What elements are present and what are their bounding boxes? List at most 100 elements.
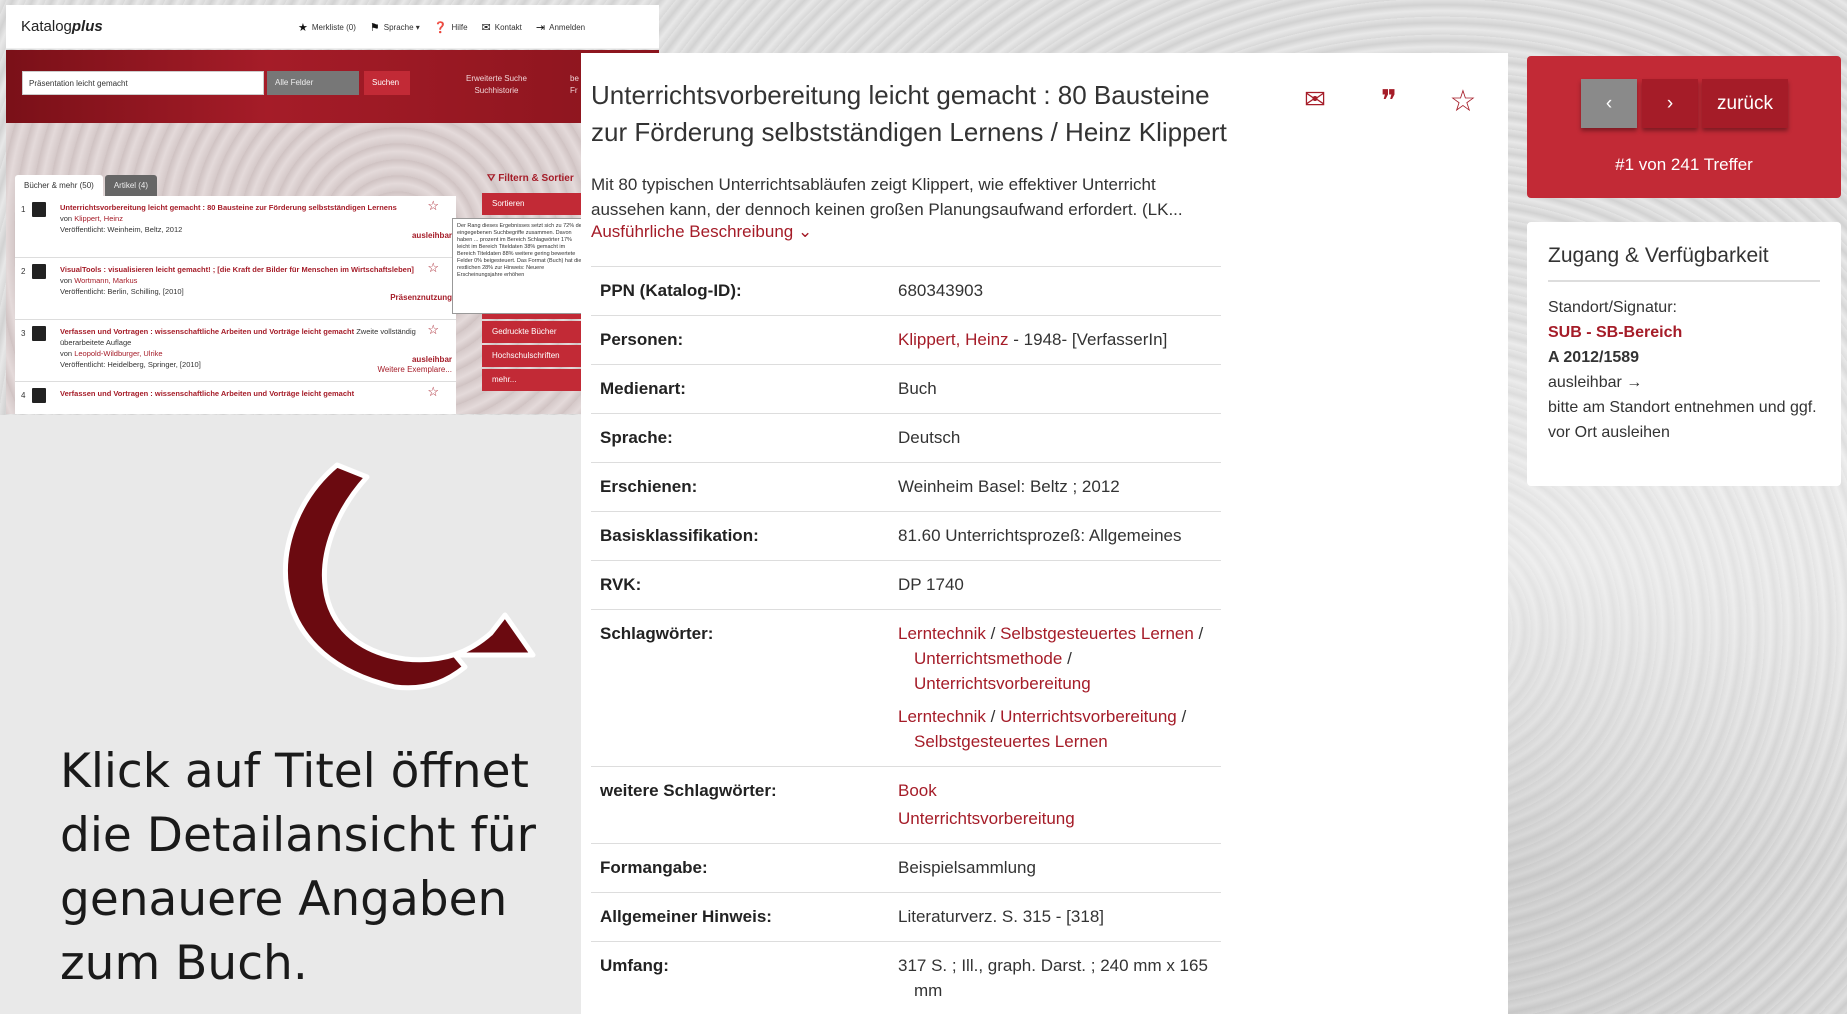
record-metadata-table: PPN (Katalog-ID): 680343903 Personen: Kl… [591, 266, 1221, 1014]
keyword-link[interactable]: Lerntechnik [898, 624, 986, 643]
by-label: von [60, 214, 73, 223]
keyword-indent: Selbstgesteuertes Lernen [898, 729, 1212, 754]
thumb-search-history[interactable]: Suchhistorie [466, 85, 527, 97]
separator: / [1062, 649, 1072, 668]
filter-label: Filtern & Sortier [498, 173, 574, 184]
table-row: Erschienen: Weinheim Basel: Beltz ; 2012 [591, 462, 1221, 512]
field-label: Sprache: [600, 428, 673, 447]
keyword-link[interactable]: Lerntechnik [898, 707, 986, 726]
star-icon[interactable]: ☆ [427, 323, 439, 336]
table-row: PPN (Katalog-ID): 680343903 [591, 266, 1221, 316]
filter-sort-toggle[interactable]: ⛛ Filtern & Sortier [487, 173, 574, 184]
keyword-chain: Lerntechnik / Selbstgesteuertes Lernen /… [898, 621, 1212, 696]
result-author-link[interactable]: Leopold-Wildburger, Ulrike [74, 349, 162, 358]
ppn-value: 680343903 [898, 281, 984, 300]
loan-status-link[interactable]: ausleihbar → [1548, 370, 1833, 395]
thumb-advanced-links-cut: be Fr [570, 73, 579, 97]
table-row: Schlagwörter: Lerntechnik / Selbstgesteu… [591, 609, 1221, 767]
more-keywords-value: Book Unterrichtsvorbereitung [889, 767, 1221, 844]
previous-record-button[interactable]: ‹ [1581, 79, 1637, 128]
back-button[interactable]: zurück [1702, 79, 1788, 128]
separator: / [1176, 707, 1187, 726]
thumb-search-button[interactable]: Suchen [364, 71, 410, 95]
tab-articles[interactable]: Artikel (4) [104, 175, 158, 196]
thumb-advanced-search[interactable]: Erweiterte Suche [466, 73, 527, 85]
separator: / [985, 624, 1001, 643]
result-number: 3 [21, 329, 26, 338]
keyword-indent: Unterrichtsmethode / [898, 646, 1212, 671]
next-record-button[interactable]: › [1642, 79, 1698, 128]
by-label: von [60, 276, 73, 285]
tab-books[interactable]: Bücher & mehr (50) [15, 175, 103, 196]
keyword-link[interactable]: Book [898, 778, 1212, 803]
keyword-link[interactable]: Unterrichtsmethode [914, 649, 1062, 668]
ranking-tooltip: Der Rang dieses Ergebnisses setzt sich z… [452, 218, 590, 314]
person-link[interactable]: Klippert, Heinz [898, 330, 1009, 349]
email-icon[interactable]: ✉ [1301, 84, 1329, 119]
thumb-nav-contact[interactable]: ✉ Kontakt [482, 21, 522, 34]
keyword-link[interactable]: Selbstgesteuertes Lernen [1000, 624, 1194, 643]
availability-body: Standort/Signatur: SUB - SB-Bereich A 20… [1548, 295, 1833, 445]
table-row: Medienart: Buch [591, 364, 1221, 414]
result-title-link[interactable]: VisualTools : visualisieren leicht gemac… [60, 264, 456, 275]
list-item[interactable]: 2 VisualTools : visualisieren leicht gem… [15, 258, 456, 320]
table-row: RVK: DP 1740 [591, 560, 1221, 610]
record-navigation: ‹ › zurück #1 von 241 Treffer [1527, 56, 1841, 198]
mail-icon: ✉ [481, 22, 491, 34]
thumb-topbar: Katalogplus ★ Merkliste (0) ⚑ Sprache ▾ ❓ H… [6, 5, 659, 49]
field-label: PPN (Katalog-ID): [600, 281, 742, 300]
media-value: Buch [898, 379, 937, 398]
quote-icon[interactable]: ❞ [1375, 84, 1403, 119]
field-label: RVK: [600, 575, 642, 594]
availability-title: Zugang & Verfügbarkeit [1548, 244, 1820, 282]
result-list: 1 Unterrichtsvorbereitung leicht gemacht… [15, 196, 456, 414]
result-title-link[interactable]: Unterrichtsvorbereitung leicht gemacht :… [60, 202, 456, 213]
field-label: Erschienen: [600, 477, 698, 496]
keyword-link[interactable]: Unterrichtsvorbereitung [898, 806, 1212, 831]
star-icon[interactable]: ☆ [427, 385, 439, 398]
result-author-link[interactable]: Wortmann, Markus [74, 276, 137, 285]
table-row: Allgemeiner Hinweis: Literaturverz. S. 3… [591, 892, 1221, 942]
result-title-link[interactable]: Verfassen und Vortragen : wissenschaftli… [60, 327, 354, 336]
thumb-nav-login[interactable]: ⇥ Anmelden [536, 21, 585, 34]
table-row: Umfang: 317 S. ; Ill., graph. Darst. ; 2… [591, 941, 1221, 1014]
keyword-link[interactable]: Selbstgesteuertes Lernen [914, 732, 1108, 751]
caption-text: Klick auf Titel öffnet die Detailansicht… [60, 744, 536, 991]
book-icon [32, 264, 46, 279]
location-link[interactable]: SUB - SB-Bereich [1548, 320, 1833, 345]
availability-hint: bitte am Standort entnehmen und ggf. vor… [1548, 399, 1817, 441]
list-item[interactable]: 3 Verfassen und Vortragen : wissenschaft… [15, 320, 456, 382]
list-item[interactable]: 4 Verfassen und Vortragen : wissenschaft… [15, 382, 456, 414]
result-status: Präsenznutzung [390, 293, 452, 302]
rvk-link[interactable]: DP 1740 [889, 561, 1221, 610]
keyword-link[interactable]: Unterrichtsvorbereitung [914, 674, 1091, 693]
result-title-link[interactable]: Verfassen und Vortragen : wissenschaftli… [60, 388, 456, 399]
star-icon[interactable]: ☆ [1449, 84, 1477, 119]
star-icon[interactable]: ☆ [427, 261, 439, 274]
table-row: Personen: Klippert, Heinz - 1948- [Verfa… [591, 315, 1221, 365]
extent-line-2: mm [914, 981, 943, 1000]
thumb-nav-help[interactable]: ❓ Hilfe [434, 21, 468, 34]
thumb-nav-language[interactable]: ⚑ Sprache ▾ [370, 21, 420, 34]
result-list-screenshot: Katalogplus ★ Merkliste (0) ⚑ Sprache ▾ ❓ H… [6, 5, 659, 414]
keyword-link[interactable]: Unterrichtsvorbereitung [1000, 707, 1177, 726]
result-author-link[interactable]: Klippert, Heinz [74, 214, 123, 223]
record-description: Mit 80 typischen Unterrichtsabläufen zei… [591, 175, 1183, 219]
basis-classification-link[interactable]: 81.60 Unterrichtsprozeß: Allgemeines [889, 512, 1221, 561]
full-description-link[interactable]: Ausführliche Beschreibung ⌄ [591, 222, 812, 242]
table-row: weitere Schlagwörter: Book Unterrichtsvo… [591, 766, 1221, 844]
filter-icon: ⛛ [487, 173, 496, 184]
by-label: von [60, 349, 73, 358]
thumb-nav-watchlist[interactable]: ★ Merkliste (0) [298, 21, 356, 34]
thumb-cut-text-2: Fr [570, 86, 578, 95]
more-copies-link[interactable]: Weitere Exemplare... [377, 364, 452, 375]
thumb-field-select[interactable]: Alle Felder [267, 71, 359, 95]
availability-panel: Zugang & Verfügbarkeit Standort/Signatur… [1527, 222, 1841, 486]
record-title: Unterrichtsvorbereitung leicht gemacht :… [591, 80, 1227, 147]
star-icon[interactable]: ☆ [427, 199, 439, 212]
list-item[interactable]: 1 Unterrichtsvorbereitung leicht gemacht… [15, 196, 456, 258]
shelf-signature: A 2012/1589 [1548, 349, 1640, 366]
thumb-search-input[interactable]: Präsentation leicht gemacht [22, 71, 264, 95]
result-number: 2 [21, 267, 26, 276]
catalog-logo[interactable]: Katalogplus [21, 18, 103, 35]
